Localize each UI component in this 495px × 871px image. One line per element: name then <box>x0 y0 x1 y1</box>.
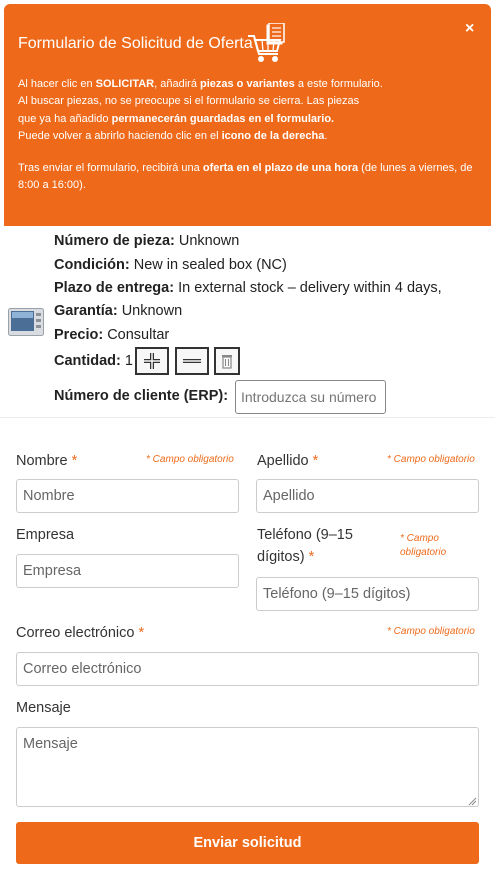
submit-request-button[interactable]: Enviar solicitud <box>16 822 479 864</box>
intro-text-span: , añadirá <box>154 78 200 90</box>
phone-label-line: dígitos) * <box>257 546 353 568</box>
warranty-label: Garantía: <box>54 303 118 319</box>
intro-text-span: Tras enviar el formulario, recibirá una <box>18 162 203 175</box>
intro-text: Al hacer clic en SOLICITAR, añadirá piez… <box>18 76 488 195</box>
delivery-value: In external stock – delivery within 4 da… <box>174 280 442 296</box>
intro-line: Al buscar piezas, no se preocupe si el f… <box>18 95 360 108</box>
intro-text-span: Puede volver a abrirlo haciendo clic en … <box>18 129 222 142</box>
plus-icon <box>144 353 160 369</box>
message-textarea[interactable] <box>16 727 479 807</box>
phone-label: Teléfono (9–15 dígitos) * <box>257 524 353 568</box>
required-star: * <box>308 453 319 469</box>
intro-bold: piezas o variantes <box>200 78 295 90</box>
required-note: * Campo obligatorio <box>400 532 446 560</box>
required-note: * Campo obligatorio <box>387 626 475 637</box>
condition-value: New in sealed box (NC) <box>129 257 287 273</box>
product-item: Número de pieza: Unknown Condición: New … <box>0 226 495 418</box>
price-value: Consultar <box>103 327 170 343</box>
required-note: * Campo obligatorio <box>146 454 234 465</box>
first-name-input[interactable] <box>16 479 239 513</box>
first-name-label: Nombre * <box>16 450 77 472</box>
intro-line: Al hacer clic en SOLICITAR, añadirá piez… <box>18 76 488 93</box>
warranty-row: Garantía: Unknown <box>54 303 182 319</box>
quantity-value: 1 <box>120 353 133 369</box>
increase-quantity-button[interactable] <box>135 347 169 375</box>
required-star: * <box>67 453 78 469</box>
erp-row: Número de cliente (ERP): <box>54 388 228 404</box>
intro-text-span: a este formulario. <box>294 78 383 90</box>
message-label: Mensaje <box>16 700 71 716</box>
delivery-row: Plazo de entrega: In external stock – de… <box>54 280 442 296</box>
intro-text-span: . <box>324 129 328 142</box>
company-label: Empresa <box>16 527 75 543</box>
intro-line: Puede volver a abrirlo haciendo clic en … <box>18 128 488 145</box>
part-number-row: Número de pieza: Unknown <box>54 233 239 249</box>
warranty-value: Unknown <box>117 303 183 319</box>
intro-bold: SOLICITAR <box>95 78 155 90</box>
required-note: * Campo obligatorio <box>387 454 475 465</box>
cart-document-icon[interactable] <box>247 23 287 65</box>
required-note-line: * Campo <box>400 533 439 544</box>
first-name-label-text: Nombre <box>16 453 68 469</box>
required-star: * <box>304 549 315 565</box>
erp-label: Número de cliente (ERP): <box>54 388 229 404</box>
intro-text-span: que ya ha añadido <box>18 112 112 125</box>
company-input[interactable] <box>16 554 239 588</box>
condition-label: Condición: <box>54 257 130 273</box>
decrease-quantity-button[interactable] <box>175 347 209 375</box>
product-thumbnail <box>8 308 44 336</box>
last-name-label: Apellido * <box>257 450 318 472</box>
form-title: Formulario de Solicitud de Oferta <box>18 35 253 52</box>
email-input[interactable] <box>16 652 479 686</box>
email-label: Correo electrónico * <box>16 622 144 644</box>
phone-input[interactable] <box>256 577 479 611</box>
trash-icon <box>222 355 232 369</box>
intro-bold: icono de la derecha <box>221 129 325 142</box>
part-number-label: Número de pieza: <box>54 233 175 249</box>
required-note-line: obligatorio <box>400 547 447 558</box>
intro-line: que ya ha añadido permanecerán guardadas… <box>18 111 488 128</box>
remove-item-button[interactable] <box>214 347 240 375</box>
quantity-row: Cantidad: 1 <box>54 353 133 369</box>
intro-text-span: Al hacer clic en <box>18 78 96 90</box>
phone-label-text: dígitos) <box>257 549 305 565</box>
delivery-label: Plazo de entrega: <box>54 280 175 296</box>
resize-handle-icon[interactable] <box>467 796 477 806</box>
price-label: Precio: <box>54 327 104 343</box>
email-label-text: Correo electrónico <box>16 625 135 641</box>
minus-icon <box>183 359 201 363</box>
last-name-label-text: Apellido <box>257 453 309 469</box>
phone-label-line: Teléfono (9–15 <box>257 527 353 543</box>
last-name-input[interactable] <box>256 479 479 513</box>
part-number-value: Unknown <box>174 233 240 249</box>
price-row: Precio: Consultar <box>54 327 169 343</box>
intro-bold: oferta en el plazo de una hora <box>202 162 359 175</box>
required-star: * <box>134 625 145 641</box>
quote-form-header: Formulario de Solicitud de Oferta × Al h… <box>4 4 491 226</box>
intro-bold: permanecerán guardadas en el formulario. <box>111 112 335 125</box>
erp-customer-number-input[interactable] <box>235 380 386 414</box>
close-button[interactable]: × <box>465 20 474 38</box>
intro-line: Tras enviar el formulario, recibirá una … <box>18 160 488 195</box>
condition-row: Condición: New in sealed box (NC) <box>54 257 287 273</box>
quantity-label: Cantidad: <box>54 353 121 369</box>
